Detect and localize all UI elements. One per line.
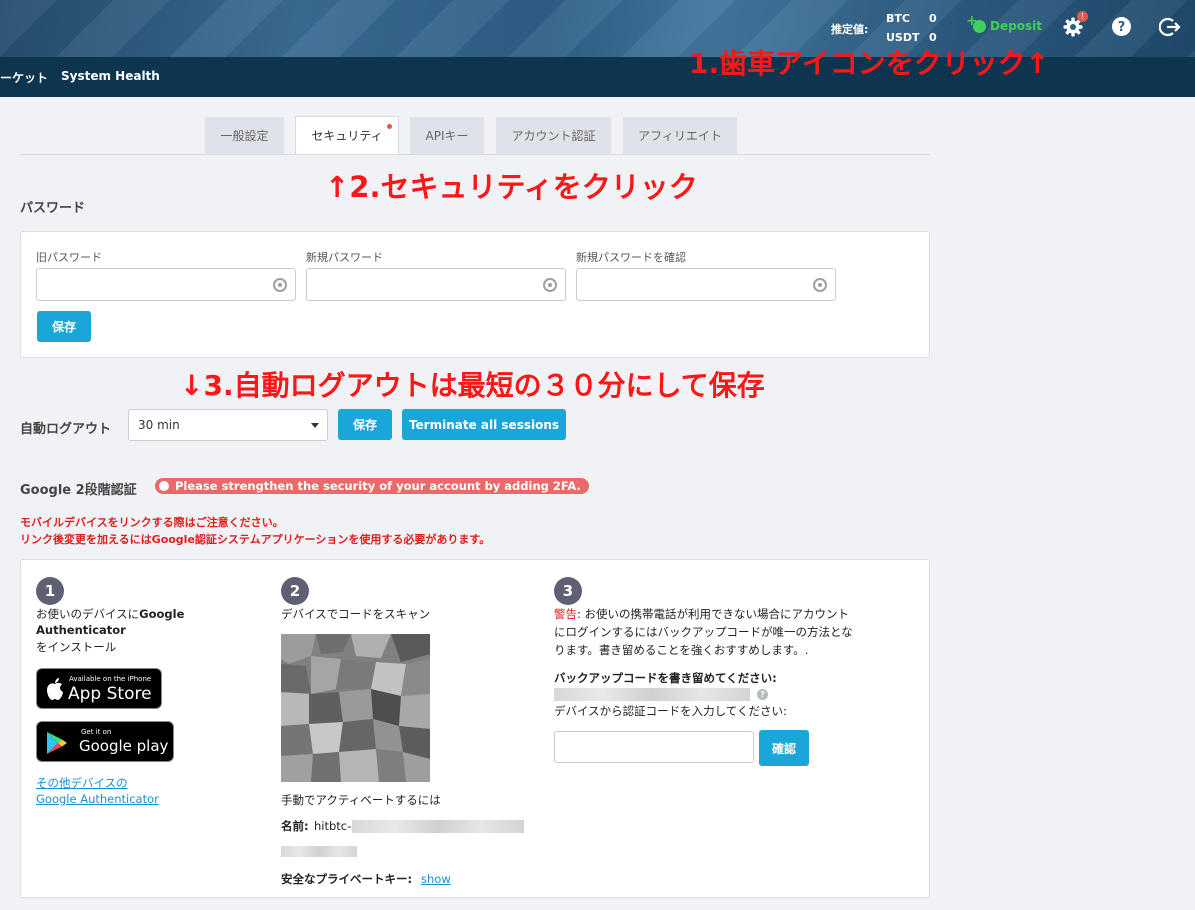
step3-warning-line3: ります。書き留めることを強くおすすめします。. [554, 643, 809, 657]
step-number-2: 2 [281, 577, 309, 605]
show-key-link[interactable]: show [421, 871, 451, 888]
app-store-big-text: App Store [68, 684, 152, 704]
nav-item-market[interactable]: ーケット [0, 69, 48, 86]
auto-logout-label: 自動ログアウト [20, 422, 112, 437]
twofa-warning-line2: リンク後変更を加えるにはGoogle認証システムアプリケーションを使用する必要が… [20, 533, 491, 546]
chevron-down-icon [311, 423, 319, 428]
account-name-redacted [352, 820, 524, 833]
google-play-small-text: Get it on [81, 728, 112, 736]
google-play-big-text: Google play [79, 737, 169, 755]
step1-text-line1: お使いのデバイスにGoogle [36, 607, 185, 621]
tab-api-keys[interactable]: APIキー [410, 117, 484, 154]
svg-text:?: ? [1118, 20, 1126, 35]
step2-manual-text: 手動でアクティベートするには [281, 793, 441, 807]
step2-scan-text: デバイスでコードをスキャン [281, 607, 431, 621]
twofa-section-title: Google 2段階認証 [20, 483, 137, 498]
account-name-value: hitbtc- [314, 819, 352, 833]
backup-code-redacted [554, 688, 750, 701]
other-devices-link-line2[interactable]: Google Authenticator [36, 791, 159, 808]
password-section-title: パスワード [20, 201, 86, 216]
twofa-alert-badge: Please strengthen the security of your a… [155, 478, 589, 494]
tab-label: アフィリエイト [638, 129, 722, 143]
qr-code-image [281, 634, 430, 782]
logout-icon[interactable] [1159, 16, 1181, 38]
new-password-input[interactable] [306, 268, 566, 301]
account-name-redacted-2 [281, 846, 357, 857]
settings-alert-badge: ! [1077, 11, 1088, 22]
annotation-step3: ↓3.自動ログアウトは最短の３０分にして保存 [180, 369, 765, 402]
tab-affiliate[interactable]: アフィリエイト [623, 117, 737, 154]
help-icon[interactable]: ? [757, 689, 768, 700]
estimate-label: 推定値: [831, 23, 869, 36]
annotation-step1: 1.歯車アイコンをクリック↑ [689, 47, 1050, 80]
backup-code-label: バックアップコードを書き留めてください: [554, 671, 777, 685]
eye-icon[interactable] [273, 278, 287, 292]
old-password-input[interactable] [36, 268, 296, 301]
enter-code-label: デバイスから認証コードを入力してください: [554, 704, 787, 718]
nav-item-system-health[interactable]: System Health [61, 69, 160, 83]
google-play-badge[interactable]: Get it on Google play [36, 721, 174, 762]
other-devices-link-line1[interactable]: その他デバイスの [36, 775, 128, 792]
annotation-step2: ↑2.セキュリティをクリック [325, 170, 698, 204]
tab-general[interactable]: 一般設定 [205, 117, 284, 154]
tabs-divider [20, 154, 930, 155]
confirm-code-button[interactable]: 確認 [759, 730, 809, 766]
step3-warning-line1: 警告: お使いの携帯電話が利用できない場合にアカウント [554, 607, 850, 621]
auto-logout-value: 30 min [138, 418, 180, 432]
step-number-3: 3 [554, 577, 582, 605]
tab-account-verification[interactable]: アカウント認証 [496, 117, 611, 154]
step1-text-line3: をインストール [36, 640, 117, 654]
google-play-icon [47, 732, 67, 754]
step3-warning-line2: にログインするにはバックアップコードが唯一の方法とな [554, 625, 853, 639]
tab-label: アカウント認証 [511, 129, 596, 143]
auto-logout-save-button[interactable]: 保存 [338, 409, 392, 440]
step1-text-line2: Authenticator [36, 623, 126, 637]
tab-label: セキュリティ [311, 129, 383, 143]
confirm-password-input[interactable] [576, 268, 836, 301]
eye-icon[interactable] [543, 278, 557, 292]
terminate-sessions-button[interactable]: Terminate all sessions [402, 409, 566, 440]
tab-security[interactable]: セキュリティ [295, 116, 399, 154]
app-store-badge[interactable]: Available on the iPhone App Store [36, 668, 162, 709]
password-save-button[interactable]: 保存 [37, 311, 91, 342]
confirm-password-label: 新規パスワードを確認 [576, 251, 686, 264]
app-store-small-text: Available on the iPhone [69, 675, 152, 683]
new-password-label: 新規パスワード [306, 251, 383, 264]
deposit-button[interactable]: + Deposit [966, 13, 1042, 35]
old-password-label: 旧パスワード [36, 251, 102, 264]
tab-notification-dot [387, 124, 392, 129]
tab-label: APIキー [425, 129, 469, 143]
deposit-icon: + [966, 13, 986, 35]
auth-code-input[interactable] [554, 731, 754, 763]
alert-icon [159, 481, 169, 491]
eye-icon[interactable] [813, 278, 827, 292]
btc-value: 0 [929, 12, 937, 25]
auto-logout-select[interactable]: 30 min [128, 409, 328, 441]
deposit-label: Deposit [990, 19, 1042, 33]
twofa-warning-line1: モバイルデバイスをリンクする際はご注意ください。 [20, 516, 284, 529]
private-key-label: 安全なプライベートキー: [281, 872, 413, 886]
account-name-label: 名前: [281, 819, 309, 833]
help-icon[interactable]: ? [1111, 16, 1132, 37]
twofa-alert-text: Please strengthen the security of your a… [175, 479, 581, 493]
apple-icon [47, 678, 63, 700]
tab-label: 一般設定 [220, 129, 269, 143]
btc-label: BTC [886, 12, 910, 25]
step-number-1: 1 [36, 577, 64, 605]
